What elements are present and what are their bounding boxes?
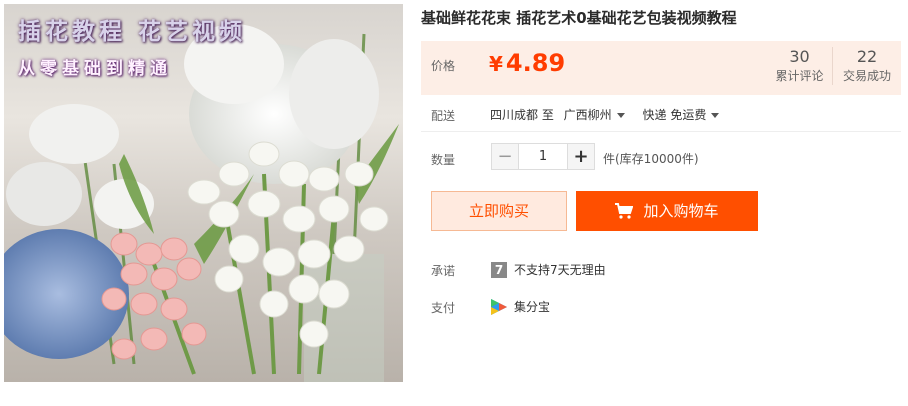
payment-method: 集分宝	[514, 300, 551, 314]
price-value: ¥4.89	[489, 49, 565, 77]
price-amount: 4.89	[505, 49, 566, 77]
delivery-label: 配送	[431, 109, 456, 123]
product-image[interactable]: 插花教程 花艺视频 从零基础到精通	[4, 4, 403, 382]
currency-symbol: ¥	[489, 52, 503, 76]
delivery-row: 四川成都 至 广西柳州 快递 免运费	[490, 106, 733, 123]
promise-label: 承诺	[431, 264, 456, 278]
deals-count: 22	[856, 47, 878, 66]
image-subtitle-text: 从零基础到精通	[18, 59, 172, 79]
reviews-stat[interactable]: 30 累计评论	[767, 47, 833, 85]
chevron-down-icon	[711, 113, 720, 118]
payment-label: 支付	[431, 301, 456, 315]
deals-stat: 22 交易成功	[834, 47, 900, 85]
quantity-input[interactable]: 1	[519, 143, 567, 170]
quantity-decrease-button[interactable]: −	[491, 143, 519, 170]
image-title-text: 插花教程 花艺视频	[18, 19, 247, 45]
delivery-method: 快递 免运费	[642, 108, 707, 122]
delivery-destination-select[interactable]: 广西柳州	[564, 106, 639, 123]
payment-row: 集分宝	[491, 298, 550, 315]
jifenbao-icon	[491, 298, 507, 315]
reviews-label: 累计评论	[775, 69, 824, 83]
delivery-method-select[interactable]: 快递 免运费	[643, 106, 734, 123]
price-label: 价格	[431, 59, 456, 73]
chevron-down-icon	[616, 113, 625, 118]
stock-text: 件(库存10000件)	[603, 152, 699, 166]
add-to-cart-button[interactable]: 加入购物车	[576, 191, 758, 231]
delivery-origin: 四川成都 至	[490, 108, 554, 122]
product-title: 基础鲜花花束 插花艺术0基础花艺包装视频教程	[421, 9, 737, 27]
seven-day-badge-icon: 7	[491, 261, 507, 278]
cart-icon	[615, 203, 634, 219]
buy-now-button[interactable]: 立即购买	[431, 191, 567, 231]
price-panel: 价格 ¥4.89 30 累计评论 22 交易成功	[421, 41, 901, 95]
add-to-cart-label: 加入购物车	[643, 202, 719, 220]
promise-text: 不支持7天无理由	[514, 263, 606, 277]
delivery-destination: 广西柳州	[563, 108, 612, 122]
quantity-label: 数量	[431, 153, 456, 167]
quantity-increase-button[interactable]: +	[567, 143, 595, 170]
reviews-count: 30	[789, 47, 810, 66]
quantity-stepper: − 1 +	[491, 143, 595, 170]
promise-row: 7 不支持7天无理由	[491, 261, 606, 278]
deals-label: 交易成功	[842, 69, 891, 83]
divider	[421, 131, 901, 132]
